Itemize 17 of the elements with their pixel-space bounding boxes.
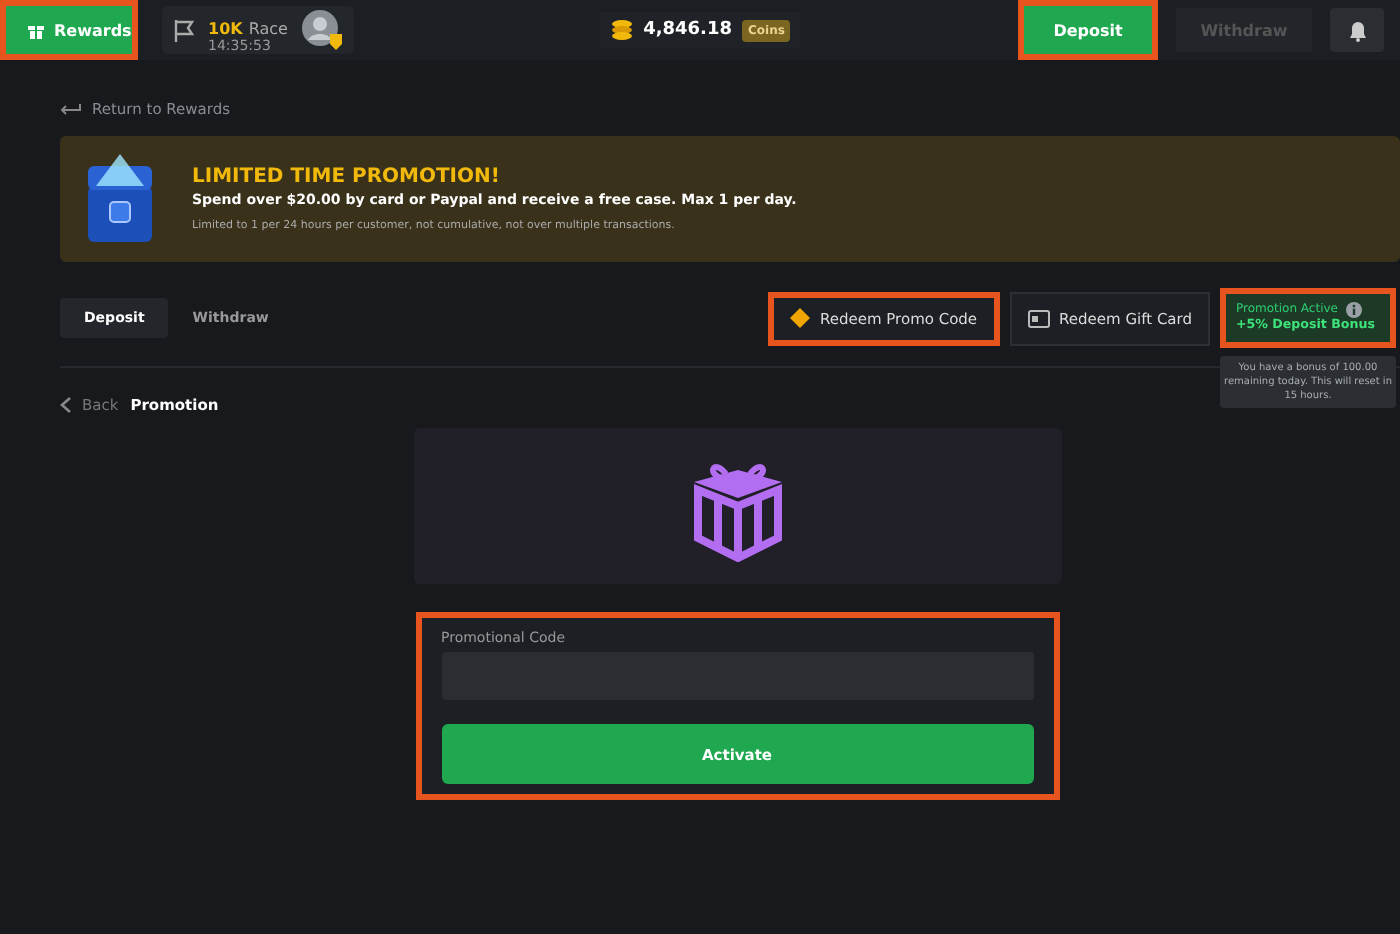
promo-title: LIMITED TIME PROMOTION! [192,166,502,188]
balance-amount: 4,846.18 [643,20,732,40]
flag-icon [172,18,196,42]
notification-button[interactable] [1330,8,1384,52]
info-icon [1346,301,1362,318]
diamond-icon [790,308,810,328]
avatar-icon [299,8,344,52]
bell-icon [1347,19,1367,41]
card-icon [1027,309,1050,327]
gift-icon [26,20,46,40]
chevron-left-icon [60,396,72,414]
deposit-button[interactable]: Deposit [1018,0,1158,60]
coins-icon [609,18,634,42]
race-title: 10K [208,19,243,37]
rewards-button[interactable]: Rewards [0,0,138,60]
race-label: Race [248,19,288,37]
return-arrow-icon [60,102,82,116]
